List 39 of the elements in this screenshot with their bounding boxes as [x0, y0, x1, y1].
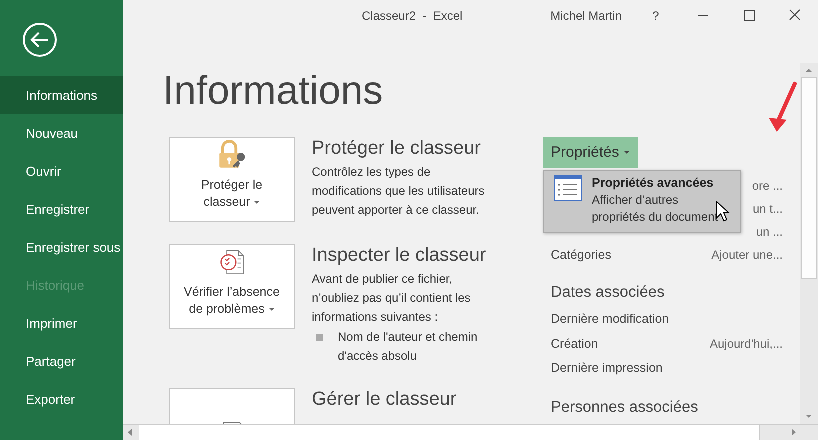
property-value[interactable]: Aujourd'hui,... [710, 336, 783, 351]
list-window-icon [554, 175, 582, 201]
property-value[interactable]: Ajouter une... [712, 248, 783, 262]
group-heading: Personnes associées [551, 398, 700, 416]
back-icon[interactable] [22, 22, 58, 58]
sidebar-item[interactable]: Informations [0, 76, 123, 114]
property-label: Création [551, 336, 600, 351]
properties-button[interactable]: Propriétés [543, 137, 638, 168]
property-label: Dernière impression [551, 361, 664, 376]
bullet-text: Nom de l'auteur et chemin d'accès absolu [338, 329, 479, 365]
sidebar-item[interactable]: Enregistrer sous [0, 228, 123, 266]
bullet-icon [316, 334, 323, 341]
section-button[interactable]: Vérifier l’absence de problèmes [169, 244, 295, 329]
group-heading: Dates associées [551, 284, 666, 302]
menu-item[interactable]: Propriétés avancées Afficher d’autres propriétés du document [592, 175, 732, 226]
window-title: Classeur2 - Excel [362, 9, 463, 23]
scrollbar-thumb[interactable] [801, 77, 817, 279]
page-title: Informations [163, 68, 384, 115]
sidebar-item[interactable]: Ouvrir [0, 152, 123, 190]
sidebar-item[interactable]: Exporter [0, 380, 123, 418]
user-name[interactable]: Michel Martin [550, 9, 622, 23]
section-heading: Gérer le classeur [312, 388, 458, 412]
sidebar-item[interactable]: Partager [0, 342, 123, 380]
section-heading: Protéger le classeur [312, 137, 482, 161]
section-description: Contrôlez les types de modifications que les utilisateurs peuvent apporter à ce classeur. [312, 164, 486, 219]
property-value[interactable]: un t... [752, 202, 783, 216]
section-button[interactable]: Protéger le classeur [169, 137, 295, 222]
sidebar-item[interactable]: Enregistrer [0, 190, 123, 228]
section-heading: Inspecter le classeur [312, 244, 488, 268]
property-value[interactable]: un ... [756, 224, 783, 238]
property-label: Dernière modification [551, 312, 670, 326]
sidebar-item[interactable]: Imprimer [0, 304, 123, 342]
section-description: Avant de publier ce fichier, n’oubliez pas qu’il contient les informations suivantes : [312, 271, 472, 326]
scrollbar-thumb[interactable] [139, 425, 760, 440]
help-button[interactable]: ? [646, 9, 666, 23]
cursor-icon [716, 201, 730, 222]
property-label: Catégories [551, 248, 612, 262]
property-value[interactable]: ore ... [752, 178, 783, 192]
sidebar-item[interactable]: Nouveau [0, 114, 123, 152]
